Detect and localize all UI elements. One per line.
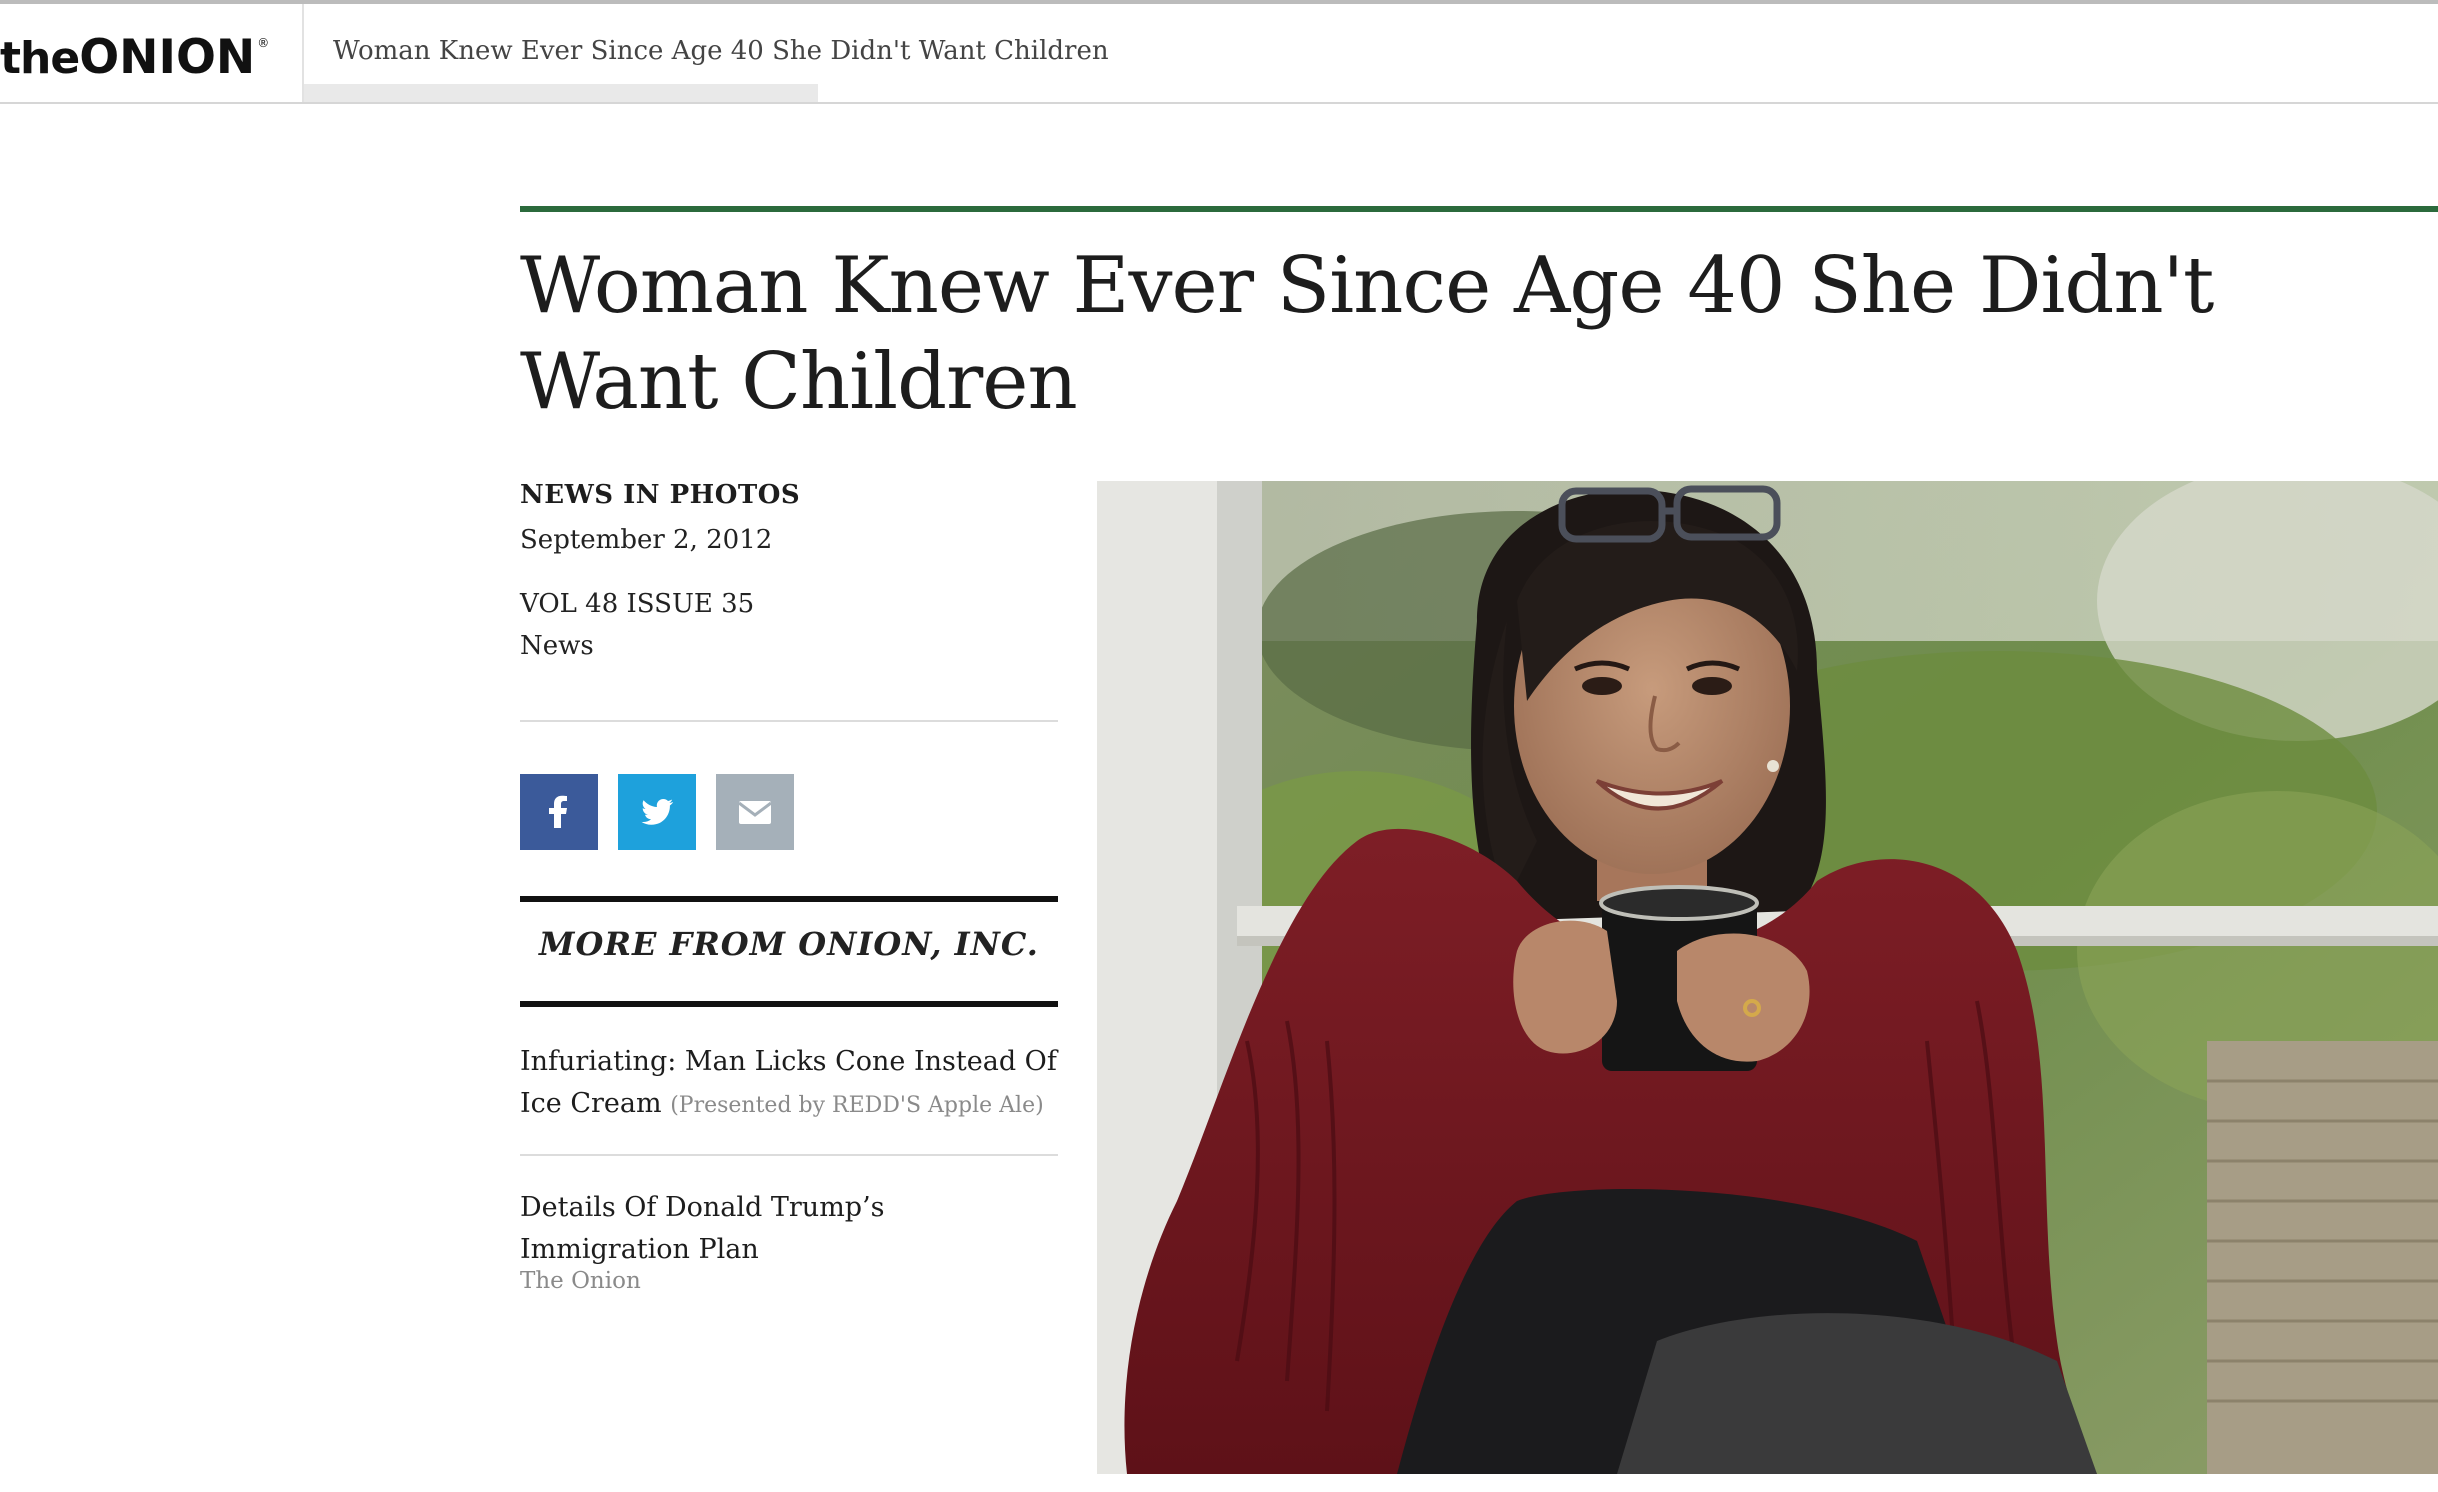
related-story-link[interactable]: Details Of Donald Trump’s Immigration Pl… bbox=[520, 1187, 1058, 1271]
headline-accent-rule bbox=[520, 206, 2438, 212]
site-header: theONION ® Woman Knew Ever Since Age 40 S… bbox=[0, 4, 2438, 104]
article-section-label[interactable]: NEWS IN PHOTOS bbox=[520, 480, 800, 510]
email-share-button[interactable] bbox=[716, 774, 794, 850]
more-heading-bottom-rule bbox=[520, 1001, 1058, 1007]
more-heading-top-rule bbox=[520, 896, 1058, 902]
related-story-sponsor: (Presented by REDD'S Apple Ale) bbox=[670, 1093, 1044, 1118]
email-icon bbox=[738, 801, 772, 824]
logo-the-text: the bbox=[0, 33, 80, 84]
twitter-icon bbox=[641, 799, 674, 825]
header-article-title: Woman Knew Ever Since Age 40 She Didn't … bbox=[333, 36, 1109, 66]
the-onion-logo[interactable]: theONION ® bbox=[0, 30, 300, 90]
article-category[interactable]: News bbox=[520, 631, 594, 661]
reading-progress-bar bbox=[304, 84, 818, 102]
logo-registered-mark: ® bbox=[257, 36, 270, 50]
article-volume-issue[interactable]: VOL 48 ISSUE 35 bbox=[520, 589, 754, 619]
related-story-source: The Onion bbox=[520, 1268, 641, 1294]
woman-with-mug-photo bbox=[1097, 481, 2438, 1474]
facebook-share-button[interactable] bbox=[520, 774, 598, 850]
twitter-share-button[interactable] bbox=[618, 774, 696, 850]
logo-onion-text: ONION bbox=[79, 30, 256, 85]
related-story-divider bbox=[520, 1154, 1058, 1156]
related-story-title[interactable]: Details Of Donald Trump’s Immigration Pl… bbox=[520, 1192, 885, 1265]
more-from-heading: MORE FROM ONION, INC. bbox=[539, 925, 1039, 963]
related-story-link[interactable]: Infuriating: Man Licks Cone Instead Of I… bbox=[520, 1041, 1058, 1127]
facebook-icon bbox=[549, 795, 567, 828]
article-photo[interactable] bbox=[1097, 481, 2438, 1474]
article-headline: Woman Knew Ever Since Age 40 She Didn't … bbox=[520, 241, 2214, 427]
article-date: September 2, 2012 bbox=[520, 525, 773, 555]
meta-divider bbox=[520, 720, 1058, 722]
